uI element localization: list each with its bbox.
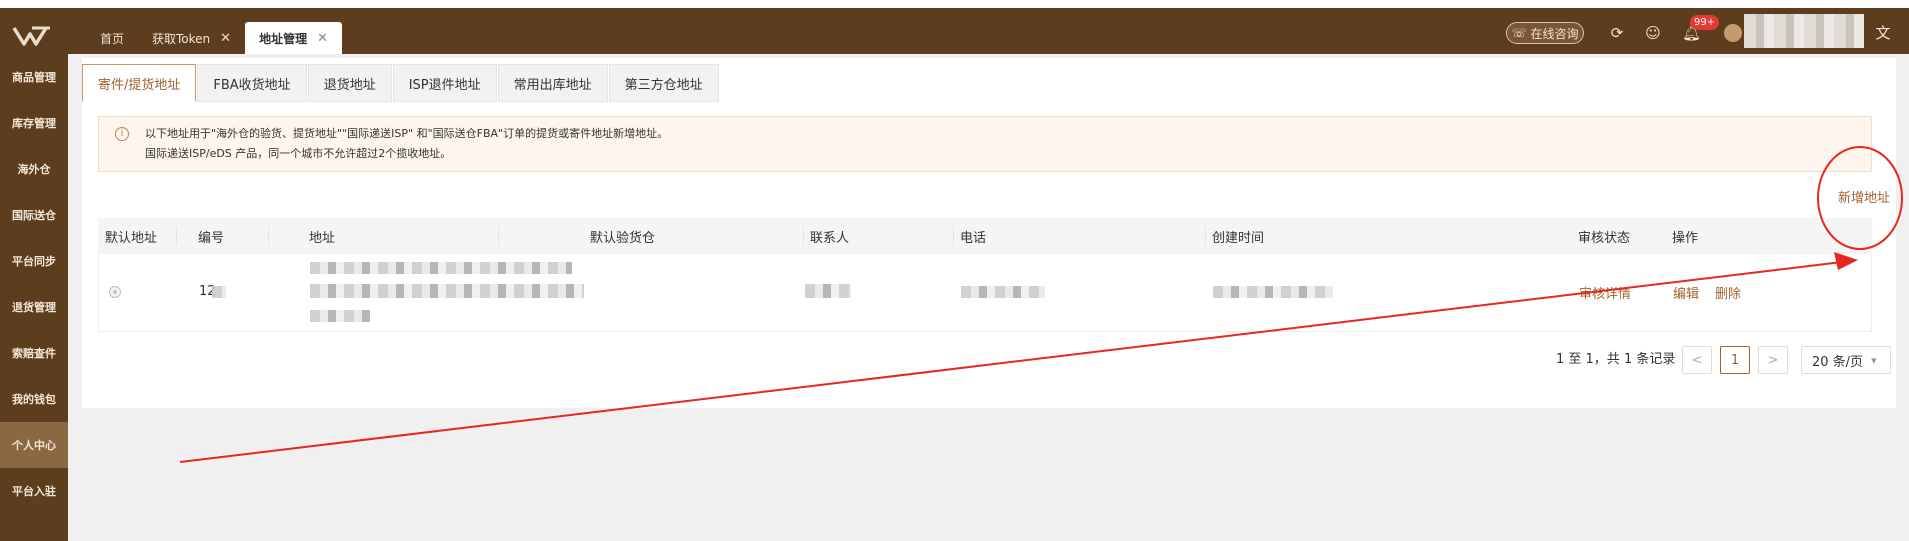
col-address: 地址	[309, 230, 336, 246]
page-tabs: 首页 获取Token ✕ 地址管理 ✕	[86, 22, 342, 54]
notification-badge: 99+	[1690, 15, 1720, 30]
brand-logo-icon[interactable]	[10, 20, 58, 50]
username-redacted	[1744, 14, 1864, 48]
review-details-link[interactable]: 审核详情	[1579, 283, 1631, 302]
top-strip	[0, 0, 1909, 8]
sidebar-item-products[interactable]: 商品管理	[0, 54, 68, 100]
row-created-time-redacted	[1213, 286, 1333, 298]
page-1-button[interactable]: 1	[1720, 346, 1750, 374]
online-consult-button[interactable]: ☏ 在线咨询	[1506, 22, 1584, 44]
address-table: 默认地址 编号 地址 默认验货仓 联系人 电话 创建时间 审核状态 操作 12	[98, 218, 1872, 332]
col-phone: 电话	[960, 230, 987, 246]
col-review-status: 审核状态	[1578, 230, 1631, 246]
sidebar-item-inventory[interactable]: 库存管理	[0, 100, 68, 146]
sidebar: 商品管理 库存管理 海外仓 国际送仓 平台同步 退货管理 索赔查件 我的钱包 个…	[0, 54, 68, 541]
sidebar-item-overseas-warehouse[interactable]: 海外仓	[0, 146, 68, 192]
row-address-redacted	[310, 262, 572, 274]
prev-page-button[interactable]: <	[1682, 346, 1712, 374]
default-address-radio[interactable]	[109, 286, 121, 298]
col-id: 编号	[198, 230, 225, 246]
refresh-icon[interactable]: ⟳	[1608, 24, 1626, 42]
close-icon[interactable]: ✕	[220, 31, 231, 46]
tab-address-management[interactable]: 地址管理 ✕	[245, 22, 342, 54]
col-divider	[268, 226, 269, 246]
chevron-down-icon: ▾	[1871, 353, 1877, 367]
page-size-label: 20 条/页	[1812, 354, 1864, 370]
tab-label: 首页	[100, 31, 125, 46]
info-notice: i 以下地址用于"海外仓的验货、提货地址""国际递送ISP" 和"国际送仓FBA…	[98, 116, 1872, 172]
tab-return-address[interactable]: 退货地址	[307, 64, 392, 102]
table-row: 12 审核详情 编辑 删除	[98, 254, 1872, 332]
sidebar-item-platform-onboarding[interactable]: 平台入驻	[0, 468, 68, 514]
tab-pickup-address[interactable]: 寄件/提货地址	[82, 64, 197, 102]
tab-isp-return-address[interactable]: ISP退件地址	[392, 64, 497, 102]
sidebar-item-platform-sync[interactable]: 平台同步	[0, 238, 68, 284]
info-icon: i	[115, 127, 129, 141]
next-page-button[interactable]: >	[1758, 346, 1788, 374]
pagination-summary: 1 至 1，共 1 条记录	[1556, 352, 1676, 367]
col-default-warehouse: 默认验货仓	[590, 230, 656, 246]
row-address-redacted	[310, 310, 370, 322]
smile-icon[interactable]: ☺	[1644, 24, 1662, 42]
col-created-time: 创建时间	[1212, 230, 1265, 246]
sidebar-item-returns[interactable]: 退货管理	[0, 284, 68, 330]
main-panel: 寄件/提货地址 FBA收货地址 退货地址 ISP退件地址 常用出库地址 第三方仓…	[82, 58, 1896, 408]
table-header: 默认地址 编号 地址 默认验货仓 联系人 电话 创建时间 审核状态 操作	[98, 218, 1872, 254]
col-actions: 操作	[1672, 230, 1699, 246]
avatar[interactable]	[1724, 24, 1742, 42]
delete-link[interactable]: 删除	[1715, 283, 1741, 302]
add-address-button[interactable]: 新增地址	[1838, 187, 1890, 206]
headset-icon: ☏	[1511, 26, 1527, 40]
address-type-tabs: 寄件/提货地址 FBA收货地址 退货地址 ISP退件地址 常用出库地址 第三方仓…	[82, 64, 720, 102]
col-divider	[1205, 226, 1206, 246]
tab-common-outbound-address[interactable]: 常用出库地址	[497, 64, 608, 102]
col-contact: 联系人	[810, 230, 850, 246]
consult-label: 在线咨询	[1530, 26, 1579, 41]
row-id-redacted	[212, 286, 226, 298]
page-size-select[interactable]: 20 条/页 ▾	[1801, 346, 1891, 374]
col-divider	[803, 226, 804, 246]
edit-link[interactable]: 编辑	[1673, 283, 1699, 302]
tab-home[interactable]: 首页	[86, 22, 138, 54]
tab-get-token[interactable]: 获取Token ✕	[138, 22, 245, 54]
col-divider	[176, 226, 177, 246]
tab-label: 地址管理	[259, 31, 308, 46]
row-address-redacted	[310, 284, 584, 298]
top-bar: 首页 获取Token ✕ 地址管理 ✕ ☏ 在线咨询 ⟳ ☺ 🔔︎ 99+ 文	[0, 0, 1909, 54]
sidebar-item-personal-center[interactable]: 个人中心	[0, 422, 68, 468]
translate-icon[interactable]: 文	[1874, 24, 1892, 42]
sidebar-item-wallet[interactable]: 我的钱包	[0, 376, 68, 422]
sidebar-item-claims[interactable]: 索赔查件	[0, 330, 68, 376]
sidebar-item-intl-delivery[interactable]: 国际送仓	[0, 192, 68, 238]
row-phone-redacted	[961, 286, 1045, 298]
col-divider	[953, 226, 954, 246]
notice-line-2: 国际递送ISP/eDS 产品，同一个城市不允许超过2个揽收地址。	[145, 147, 452, 160]
tab-third-party-warehouse-address[interactable]: 第三方仓地址	[608, 64, 719, 102]
close-icon[interactable]: ✕	[317, 31, 328, 46]
tab-fba-address[interactable]: FBA收货地址	[197, 64, 307, 102]
col-divider	[498, 226, 499, 246]
row-contact-redacted	[805, 284, 851, 298]
notice-line-1: 以下地址用于"海外仓的验货、提货地址""国际递送ISP" 和"国际送仓FBA"订…	[145, 127, 669, 140]
tab-label: 获取Token	[152, 31, 211, 46]
col-default: 默认地址	[105, 230, 158, 246]
